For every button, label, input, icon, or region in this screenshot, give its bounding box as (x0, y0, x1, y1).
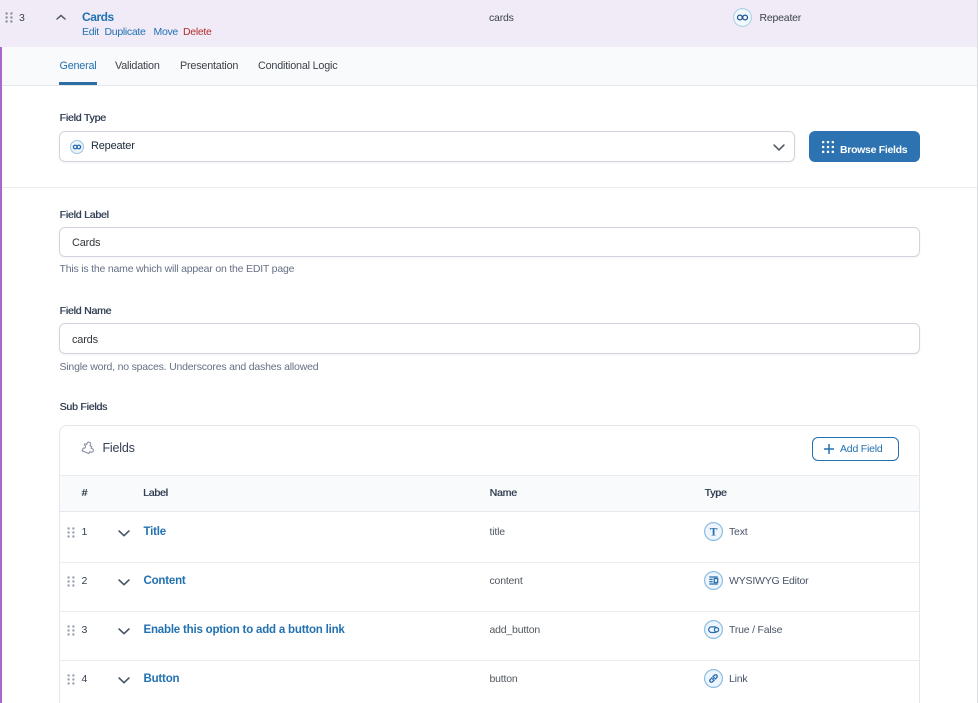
svg-text:T: T (710, 526, 718, 538)
